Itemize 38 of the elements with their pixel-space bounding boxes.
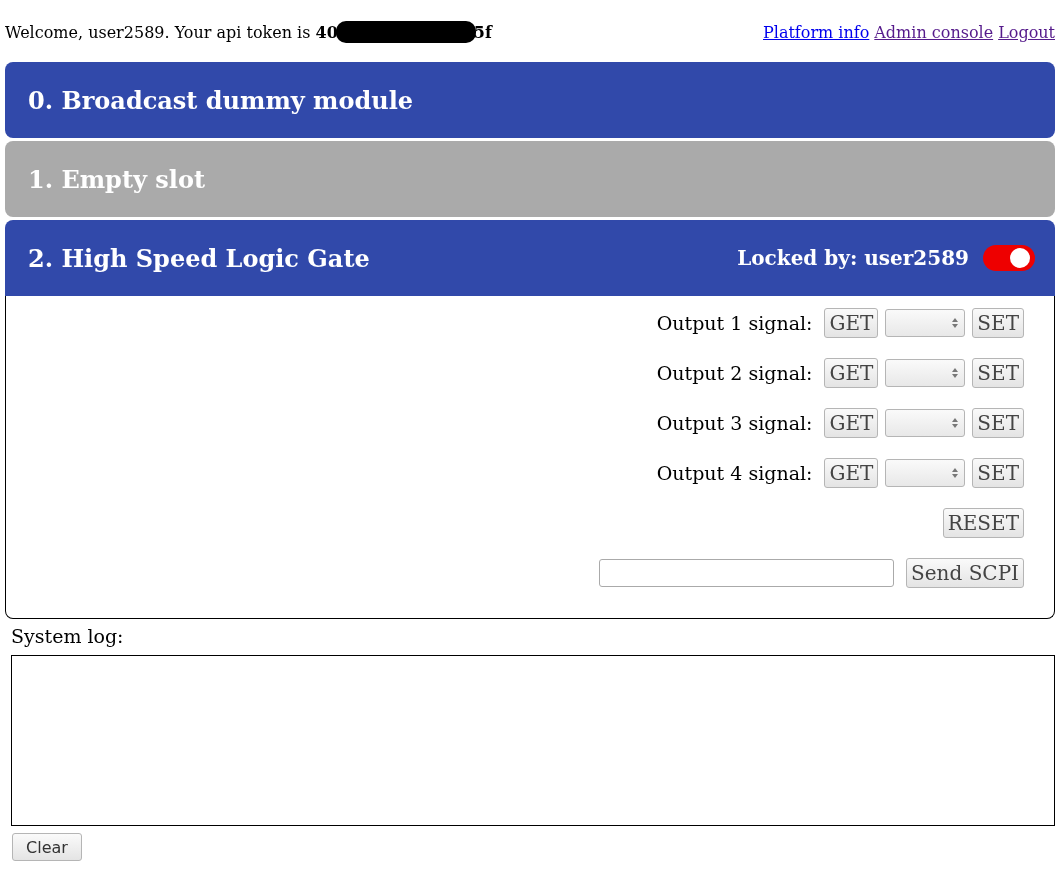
spinner-icon: [952, 468, 959, 478]
module-header[interactable]: 2. High Speed Logic Gate Locked by: user2589: [5, 220, 1055, 296]
set-button[interactable]: SET: [972, 358, 1024, 388]
lock-toggle[interactable]: [983, 245, 1035, 271]
module-title: 0. Broadcast dummy module: [28, 85, 414, 115]
get-button[interactable]: GET: [824, 308, 879, 338]
token-start: 40: [315, 22, 338, 42]
get-button[interactable]: GET: [824, 458, 879, 488]
log-label: System log:: [11, 625, 125, 647]
reset-button[interactable]: RESET: [942, 508, 1024, 538]
nav-link[interactable]: Platform info: [763, 22, 870, 42]
lock-status: Locked by: user2589: [737, 246, 969, 270]
signal-select[interactable]: [885, 409, 966, 437]
clear-button[interactable]: Clear: [12, 833, 82, 861]
set-button[interactable]: SET: [972, 408, 1024, 438]
set-button[interactable]: SET: [972, 458, 1024, 488]
welcome-text: Welcome, user2589. Your api token is: [5, 22, 312, 42]
signal-select[interactable]: [885, 459, 966, 487]
scpi-input[interactable]: [599, 559, 895, 587]
nav-link[interactable]: Logout: [998, 22, 1055, 42]
nav-link[interactable]: Admin console: [874, 22, 994, 42]
spinner-icon: [952, 368, 959, 378]
module-title: 2. High Speed Logic Gate: [28, 243, 370, 273]
token-end: 5f: [473, 22, 492, 42]
output-label: Output 2 signal:: [656, 362, 813, 384]
signal-select[interactable]: [885, 359, 966, 387]
module-title: 1. Empty slot: [28, 164, 205, 194]
output-label: Output 3 signal:: [656, 412, 813, 434]
set-button[interactable]: SET: [972, 308, 1024, 338]
module-header[interactable]: 0. Broadcast dummy module: [5, 62, 1055, 138]
get-button[interactable]: GET: [824, 408, 879, 438]
spinner-icon: [952, 418, 959, 428]
spinner-icon: [952, 318, 959, 328]
output-label: Output 4 signal:: [656, 462, 813, 484]
send-scpi-button[interactable]: Send SCPI: [906, 558, 1024, 588]
get-button[interactable]: GET: [824, 358, 879, 388]
signal-select[interactable]: [885, 309, 966, 337]
output-label: Output 1 signal:: [656, 312, 813, 334]
